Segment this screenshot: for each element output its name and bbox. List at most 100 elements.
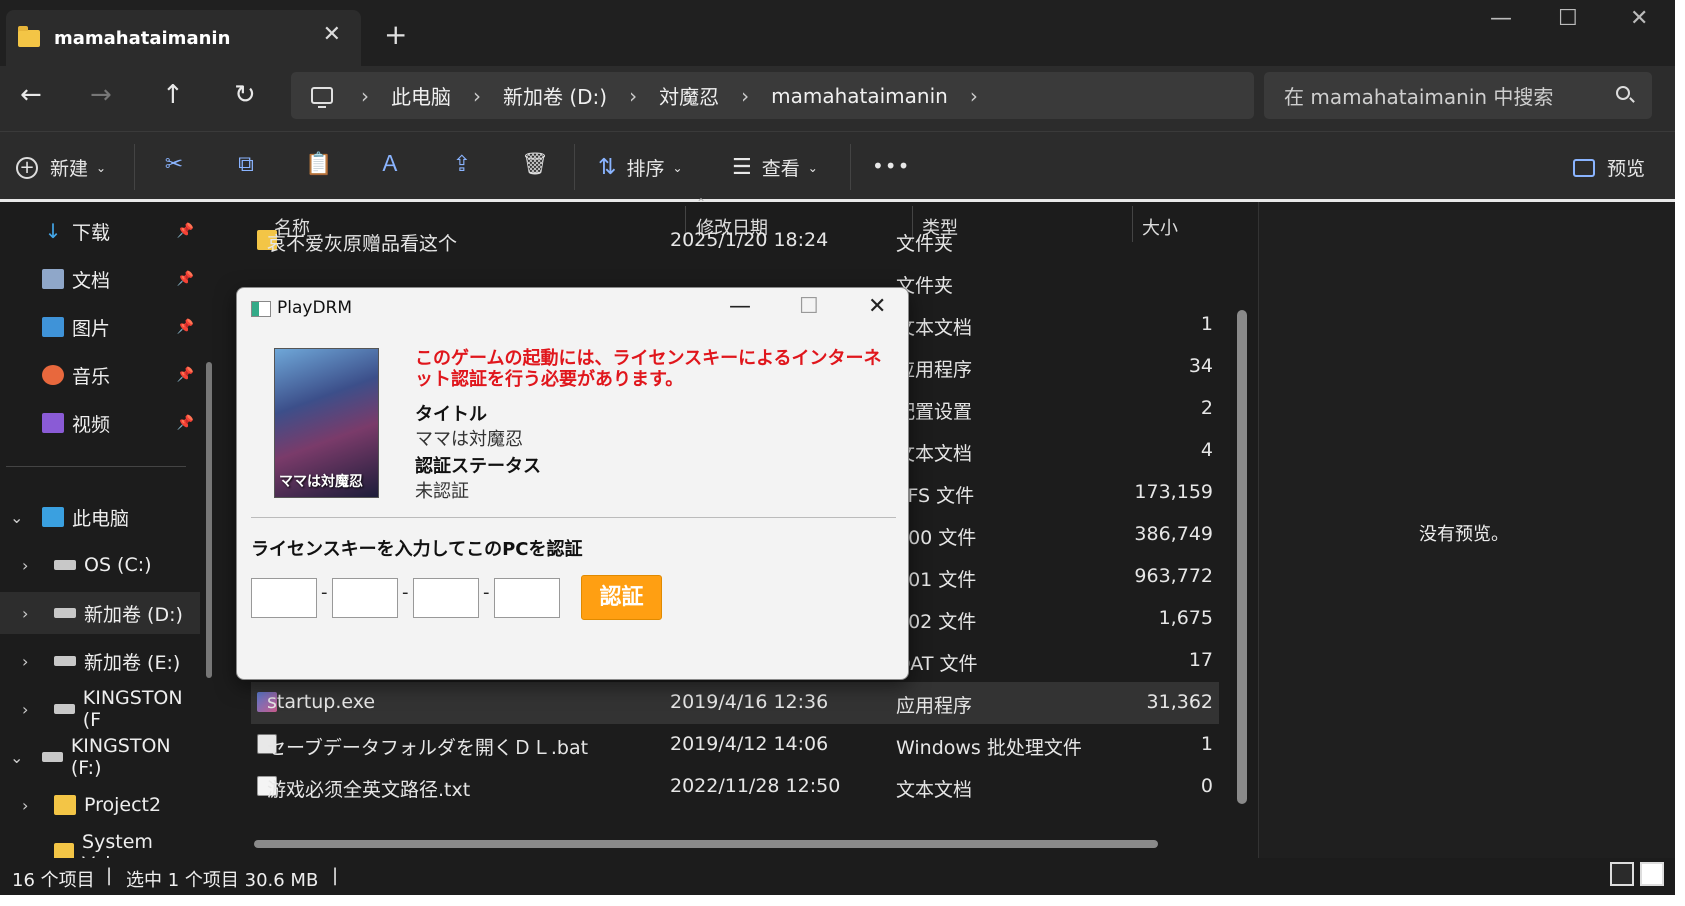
- dialog-maximize-button[interactable]: ☐: [799, 294, 819, 319]
- file-list-horizontal-scrollbar[interactable]: [254, 840, 1158, 848]
- license-key-field-4[interactable]: [494, 578, 560, 618]
- pin-icon[interactable]: 📌: [177, 319, 194, 335]
- more-options-button[interactable]: •••: [872, 154, 910, 178]
- status-bar: 16 个项目 | 选中 1 个项目 30.6 MB |: [0, 858, 1675, 895]
- cover-logo-text: ママは対魔忍: [279, 474, 363, 490]
- breadcrumb-separator[interactable]: ›: [473, 84, 481, 108]
- chevron-right-icon[interactable]: ›: [22, 556, 28, 575]
- breadcrumb-separator[interactable]: ›: [970, 84, 978, 108]
- sort-button[interactable]: ⇅ 排序 ⌄: [598, 154, 683, 181]
- video-icon: [42, 413, 64, 433]
- file-name: セーブデータフォルダを開くＤＬ.bat: [267, 737, 589, 759]
- sidebar-item-label: 此电脑: [72, 507, 130, 530]
- chevron-right-icon[interactable]: ›: [22, 604, 28, 623]
- folder-icon: [54, 795, 76, 815]
- sidebar-item-label: 文档: [72, 269, 111, 292]
- view-button[interactable]: ☰ 查看 ⌄: [732, 154, 818, 181]
- sidebar-item-this-pc[interactable]: ⌄ 此电脑: [0, 496, 200, 538]
- sidebar-item-drive-e[interactable]: › 新加卷 (E:): [0, 640, 200, 682]
- breadcrumb-separator[interactable]: ›: [629, 84, 637, 108]
- table-row[interactable]: startup.exe 2019/4/16 12:36 应用程序 31,362: [251, 682, 1219, 724]
- cut-icon[interactable]: ✂: [161, 152, 187, 178]
- chevron-down-icon: ⌄: [672, 160, 683, 175]
- large-icons-view-icon[interactable]: [1640, 862, 1664, 886]
- preview-button[interactable]: 预览: [1573, 154, 1645, 181]
- file-size: 4: [1200, 439, 1213, 461]
- details-view-icon[interactable]: [1610, 862, 1634, 886]
- sidebar-item-drive-c[interactable]: › OS (C:): [0, 544, 200, 586]
- sidebar-item-documents[interactable]: 文档 📌: [42, 258, 194, 300]
- file-type: 文件夹: [896, 233, 954, 255]
- breadcrumb-mamahataimanin[interactable]: mamahataimanin: [771, 84, 948, 108]
- paste-icon[interactable]: 📋: [305, 152, 332, 178]
- sidebar-item-label: KINGSTON (F:): [70, 735, 171, 779]
- table-row[interactable]: 哀不爱灰原赠品看这个 2025/1/20 18:24 文件夹: [251, 220, 1219, 262]
- license-key-prompt: ライセンスキーを入力してこのPCを認証: [251, 539, 583, 560]
- license-key-field-1[interactable]: [251, 578, 317, 618]
- file-list-vertical-scrollbar[interactable]: [1237, 310, 1247, 804]
- license-key-field-2[interactable]: [332, 578, 398, 618]
- pin-icon[interactable]: 📌: [177, 367, 194, 383]
- tab-mamahataimanin[interactable]: mamahataimanin ✕: [6, 10, 361, 66]
- tab-close-icon[interactable]: ✕: [323, 22, 341, 47]
- sidebar-item-downloads[interactable]: ↓ 下载 📌: [42, 210, 194, 252]
- breadcrumb-separator[interactable]: ›: [741, 84, 749, 108]
- sidebar-item-project2[interactable]: › Project2: [0, 784, 200, 826]
- sidebar-item-kingston[interactable]: ⌄ KINGSTON (F:): [0, 735, 200, 779]
- new-button[interactable]: + 新建 ⌄: [16, 154, 106, 181]
- file-size: 386,749: [1134, 523, 1213, 545]
- license-key-field-3[interactable]: [413, 578, 479, 618]
- breadcrumb-separator[interactable]: ›: [361, 84, 369, 108]
- file-size: 1,675: [1158, 607, 1213, 629]
- authenticate-button[interactable]: 認証: [581, 575, 662, 620]
- forward-button[interactable]: →: [90, 80, 112, 110]
- pin-icon[interactable]: 📌: [177, 271, 194, 287]
- breadcrumb-this-pc[interactable]: 此电脑: [391, 81, 451, 110]
- rename-icon[interactable]: Ａ: [377, 152, 403, 178]
- file-type: Windows 批处理文件: [896, 737, 1082, 759]
- chevron-right-icon[interactable]: ›: [22, 796, 28, 815]
- minimize-button[interactable]: —: [1490, 6, 1512, 31]
- app-icon: [251, 301, 271, 317]
- sidebar-item-videos[interactable]: 视频 📌: [42, 402, 194, 444]
- delete-icon[interactable]: 🗑: [521, 152, 549, 178]
- view-list-icon: ☰: [732, 155, 752, 180]
- sidebar-item-label: 新加卷 (D:): [84, 603, 183, 626]
- sidebar-item-kingston-sub[interactable]: › KINGSTON (F: [0, 688, 200, 730]
- back-button[interactable]: ←: [20, 80, 42, 110]
- sidebar-item-music[interactable]: 音乐 📌: [42, 354, 194, 396]
- chevron-down-icon: ⌄: [807, 160, 818, 175]
- chevron-down-icon[interactable]: ⌄: [10, 508, 23, 527]
- search-icon[interactable]: [1616, 86, 1630, 100]
- up-button[interactable]: ↑: [162, 80, 184, 110]
- maximize-button[interactable]: ☐: [1558, 6, 1578, 31]
- sidebar-item-pictures[interactable]: 图片 📌: [42, 306, 194, 348]
- key-separator: -: [483, 582, 490, 603]
- chevron-right-icon[interactable]: ›: [22, 700, 28, 719]
- breadcrumb-taimanin[interactable]: 対魔忍: [659, 81, 719, 110]
- refresh-button[interactable]: ↻: [234, 80, 256, 110]
- pin-icon[interactable]: 📌: [177, 415, 194, 431]
- new-tab-button[interactable]: +: [384, 18, 407, 51]
- no-preview-text: 没有预览。: [1419, 524, 1509, 545]
- dialog-minimize-button[interactable]: —: [729, 294, 751, 319]
- sidebar-item-drive-d[interactable]: › 新加卷 (D:): [0, 592, 200, 634]
- file-size: 1: [1200, 313, 1213, 335]
- table-row[interactable]: 游戏必须全英文路径.txt 2022/11/28 12:50 文本文档 0: [251, 766, 1219, 808]
- dialog-title: PlayDRM: [277, 298, 353, 318]
- pin-icon[interactable]: 📌: [177, 223, 194, 239]
- share-icon[interactable]: ⇪: [449, 152, 475, 178]
- table-row[interactable]: セーブデータフォルダを開くＤＬ.bat 2019/4/12 14:06 Window…: [251, 724, 1219, 766]
- file-type: 文本文档: [896, 779, 973, 801]
- chevron-down-icon[interactable]: ⌄: [10, 748, 23, 767]
- address-bar[interactable]: › 此电脑 › 新加卷 (D:) › 対魔忍 › mamahataimanin …: [291, 72, 1254, 119]
- license-notice: このゲームの起動には、ライセンスキーによるインターネット認証を行う必要があります…: [415, 348, 882, 390]
- search-input[interactable]: 在 mamahataimanin 中搜索: [1264, 72, 1652, 119]
- command-bar: + 新建 ⌄ ✂ ⧉ 📋 Ａ ⇪ 🗑 ⇅ 排序 ⌄ ☰ 查看 ⌄ ••• 预览: [0, 131, 1675, 201]
- copy-icon[interactable]: ⧉: [233, 152, 259, 178]
- close-window-button[interactable]: ✕: [1630, 6, 1648, 31]
- chevron-right-icon[interactable]: ›: [22, 652, 28, 671]
- dialog-close-button[interactable]: ✕: [868, 294, 886, 319]
- breadcrumb-drive-d[interactable]: 新加卷 (D:): [503, 81, 607, 110]
- sidebar-scrollbar[interactable]: [206, 362, 212, 678]
